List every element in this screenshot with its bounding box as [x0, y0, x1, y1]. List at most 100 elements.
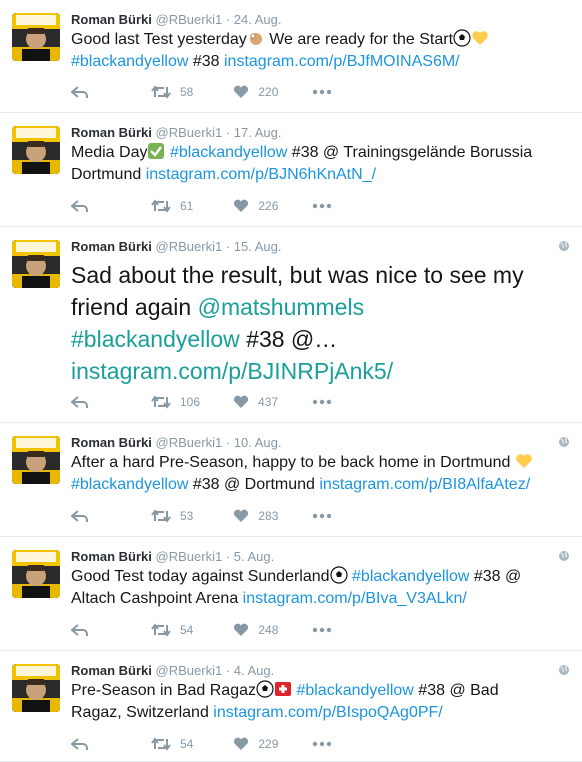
reply-icon: [71, 510, 88, 522]
instagram-link[interactable]: instagram.com/p/BJfMOINAS6M/: [224, 53, 460, 70]
tweet-date[interactable]: · 15. Aug.: [226, 239, 282, 254]
ok-hand-emoji-icon: [249, 33, 262, 45]
like-count: 229: [258, 737, 279, 751]
reply-button[interactable]: [71, 509, 89, 523]
tweet-date[interactable]: · 24. Aug.: [226, 12, 282, 27]
more-icon: [313, 89, 332, 95]
retweet-button[interactable]: 106: [151, 395, 200, 409]
more-button[interactable]: [312, 399, 332, 405]
tweet-header: Roman Bürki @RBuerki1 · 4. Aug.: [71, 663, 274, 678]
like-button[interactable]: 229: [233, 737, 278, 751]
author-handle[interactable]: @RBuerki1: [156, 663, 223, 678]
more-button[interactable]: [312, 741, 332, 747]
like-button[interactable]: 437: [233, 395, 278, 409]
soccer-ball-emoji-icon: [256, 680, 274, 698]
tweet[interactable]: Roman Bürki @RBuerki1 · 5. Aug. Good Tes…: [0, 537, 582, 651]
instagram-link[interactable]: instagram.com/p/BJINRPjAnk5/: [71, 358, 393, 384]
tweet-date[interactable]: · 5. Aug.: [226, 549, 274, 564]
reply-icon: [71, 200, 88, 212]
hashtag-link[interactable]: #blackandyellow: [170, 144, 287, 161]
retweet-count: 58: [180, 85, 194, 99]
avatar[interactable]: [12, 550, 60, 598]
more-button[interactable]: [312, 89, 332, 95]
retweet-button[interactable]: 61: [151, 199, 193, 213]
instagram-link[interactable]: instagram.com/p/BIspoQAg0PF/: [213, 704, 442, 721]
author-name[interactable]: Roman Bürki: [71, 549, 152, 564]
mention-link[interactable]: @matshummels: [198, 294, 365, 320]
check-mark-emoji-icon: [148, 143, 165, 159]
tweet-text: Media Day #blackandyellow #38 @ Training…: [71, 143, 533, 183]
reply-button[interactable]: [71, 623, 89, 637]
like-button[interactable]: 226: [233, 199, 278, 213]
tweet-date[interactable]: · 4. Aug.: [226, 663, 274, 678]
retweet-button[interactable]: 58: [151, 85, 193, 99]
tweet-text: After a hard Pre-Season, happy to be bac…: [71, 452, 541, 496]
retweet-button[interactable]: 53: [151, 509, 193, 523]
more-button[interactable]: [312, 203, 332, 209]
reply-button[interactable]: [71, 85, 89, 99]
retweet-icon: [151, 509, 171, 523]
avatar[interactable]: [12, 664, 60, 712]
tweet[interactable]: Roman Bürki @RBuerki1 · 15. Aug. Sad abo…: [0, 227, 582, 423]
tweet-header: Roman Bürki @RBuerki1 · 5. Aug.: [71, 549, 274, 564]
author-handle[interactable]: @RBuerki1: [156, 435, 223, 450]
author-name[interactable]: Roman Bürki: [71, 239, 152, 254]
reply-button[interactable]: [71, 395, 89, 409]
retweet-button[interactable]: 54: [151, 623, 193, 637]
avatar[interactable]: [12, 436, 60, 484]
retweet-icon: [151, 85, 171, 99]
more-button[interactable]: [312, 627, 332, 633]
heart-icon: [233, 395, 249, 408]
like-button[interactable]: 283: [233, 509, 278, 523]
tweet-date[interactable]: · 10. Aug.: [226, 435, 282, 450]
tweet[interactable]: Roman Bürki @RBuerki1 · 10. Aug. After a…: [0, 423, 582, 537]
hashtag-link[interactable]: #blackandyellow: [71, 476, 188, 493]
globe-icon: [559, 665, 569, 675]
tweet-text: Sad about the result, but was nice to se…: [71, 262, 524, 384]
avatar[interactable]: [12, 126, 60, 174]
author-handle[interactable]: @RBuerki1: [156, 239, 223, 254]
tweet[interactable]: Roman Bürki @RBuerki1 · 24. Aug. Good la…: [0, 0, 582, 113]
like-button[interactable]: 220: [233, 85, 278, 99]
hashtag-link[interactable]: #blackandyellow: [71, 53, 188, 70]
hashtag-link[interactable]: #blackandyellow: [296, 682, 413, 699]
avatar[interactable]: [12, 13, 60, 61]
retweet-button[interactable]: 54: [151, 737, 193, 751]
author-handle[interactable]: @RBuerki1: [156, 125, 223, 140]
avatar[interactable]: [12, 240, 60, 288]
globe-icon: [559, 241, 569, 251]
swiss-flag-emoji-icon: [275, 682, 291, 696]
retweet-count: 61: [180, 199, 194, 213]
author-name[interactable]: Roman Bürki: [71, 125, 152, 140]
retweet-count: 106: [180, 395, 201, 409]
tweet-date[interactable]: · 17. Aug.: [226, 125, 282, 140]
tweet-header: Roman Bürki @RBuerki1 · 24. Aug.: [71, 12, 281, 27]
tweet-feed: Roman Bürki @RBuerki1 · 24. Aug. Good la…: [0, 0, 582, 762]
globe-icon: [559, 437, 569, 447]
more-icon: [313, 627, 332, 633]
author-name[interactable]: Roman Bürki: [71, 663, 152, 678]
more-icon: [313, 203, 332, 209]
like-count: 226: [258, 199, 279, 213]
like-count: 437: [258, 395, 279, 409]
hashtag-link[interactable]: #blackandyellow: [352, 568, 469, 585]
author-handle[interactable]: @RBuerki1: [156, 549, 223, 564]
tweet[interactable]: Roman Bürki @RBuerki1 · 17. Aug. Media D…: [0, 113, 582, 227]
retweet-icon: [151, 395, 171, 409]
hashtag-link[interactable]: #blackandyellow: [71, 326, 240, 352]
reply-button[interactable]: [71, 199, 89, 213]
tweet[interactable]: Roman Bürki @RBuerki1 · 4. Aug. Pre-Seas…: [0, 651, 582, 762]
author-name[interactable]: Roman Bürki: [71, 435, 152, 450]
like-button[interactable]: 248: [233, 623, 278, 637]
instagram-link[interactable]: instagram.com/p/BJN6hKnAtN_/: [146, 166, 376, 183]
heart-icon: [234, 509, 249, 522]
more-button[interactable]: [312, 513, 332, 519]
instagram-link[interactable]: instagram.com/p/BIva_V3ALkn/: [243, 590, 467, 607]
author-handle[interactable]: @RBuerki1: [156, 12, 223, 27]
instagram-link[interactable]: instagram.com/p/BI8AlfaAtez/: [319, 476, 530, 493]
reply-button[interactable]: [71, 737, 89, 751]
yellow-heart-emoji-icon: [516, 454, 532, 468]
tweet-actions: 54 248: [71, 621, 332, 639]
tweet-text: Pre-Season in Bad Ragaz #blackandyellow …: [71, 680, 499, 721]
author-name[interactable]: Roman Bürki: [71, 12, 152, 27]
